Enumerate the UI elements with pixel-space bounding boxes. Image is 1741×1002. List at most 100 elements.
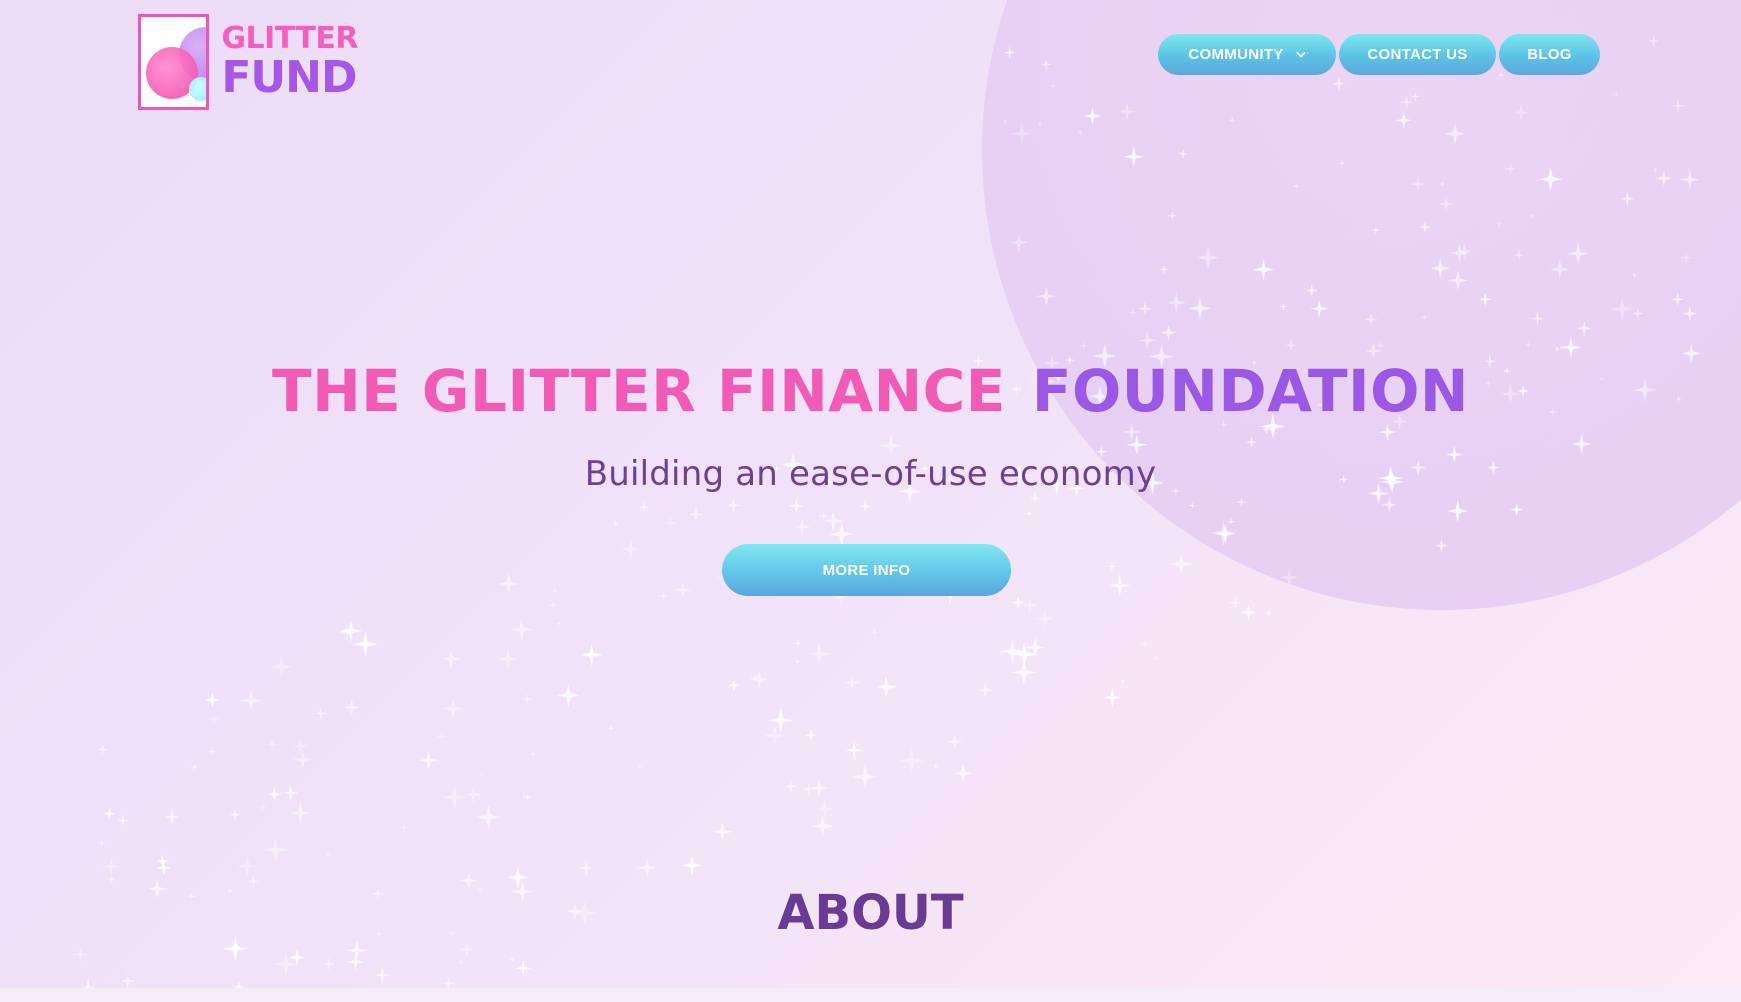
sparkle bbox=[1449, 243, 1470, 264]
sparkle bbox=[265, 738, 279, 751]
sparkle bbox=[1000, 639, 1025, 664]
sparkle bbox=[1538, 166, 1563, 192]
sparkle bbox=[289, 802, 312, 825]
sparkle bbox=[555, 620, 562, 627]
sparkle bbox=[1559, 336, 1582, 359]
sparkle bbox=[164, 809, 180, 825]
sparkle bbox=[107, 874, 117, 884]
sparkle bbox=[1029, 492, 1041, 505]
sparkle bbox=[1159, 323, 1178, 342]
sparkle bbox=[1278, 302, 1288, 312]
sparkle bbox=[441, 649, 461, 669]
sparkle bbox=[510, 618, 533, 641]
sparkle bbox=[1504, 163, 1517, 175]
sparkle bbox=[681, 854, 703, 876]
sparkle bbox=[102, 857, 121, 876]
sparkle bbox=[1364, 312, 1379, 327]
sparkle bbox=[72, 946, 88, 963]
sparkle bbox=[1022, 597, 1038, 614]
sparkle bbox=[580, 643, 603, 667]
hero-title-part2: FOUNDATION bbox=[1031, 357, 1469, 425]
sparkle bbox=[1011, 123, 1033, 145]
sparkle bbox=[638, 501, 650, 513]
sparkle bbox=[1371, 226, 1381, 235]
sparkle bbox=[822, 510, 844, 532]
sparkle bbox=[1576, 320, 1593, 337]
sparkle bbox=[1655, 169, 1673, 187]
sparkle bbox=[1620, 191, 1635, 207]
main-nav: COMMUNITY CONTACT US BLOG bbox=[1158, 34, 1600, 75]
sparkle bbox=[635, 762, 643, 771]
sparkle bbox=[620, 539, 641, 560]
sparkle bbox=[931, 761, 940, 770]
sparkle bbox=[1553, 345, 1561, 353]
sparkle bbox=[1279, 567, 1299, 587]
sparkle bbox=[282, 785, 299, 802]
logo[interactable]: GLITTER FUND bbox=[138, 14, 358, 110]
sparkle bbox=[1670, 292, 1685, 307]
sparkle bbox=[1447, 269, 1469, 291]
sparkle bbox=[725, 497, 742, 514]
sparkle bbox=[764, 724, 786, 747]
sparkle bbox=[899, 747, 925, 773]
sparkle bbox=[475, 804, 502, 831]
sparkle bbox=[611, 519, 620, 528]
sparkle bbox=[1381, 497, 1398, 513]
sparkle bbox=[1228, 596, 1242, 610]
sparkle bbox=[783, 778, 799, 794]
sparkle bbox=[1434, 538, 1449, 553]
sparkle bbox=[1566, 242, 1590, 265]
sparkle bbox=[478, 770, 486, 778]
nav-blog-button[interactable]: BLOG bbox=[1499, 34, 1600, 75]
sparkle bbox=[207, 747, 217, 757]
sparkle bbox=[1524, 341, 1533, 349]
sparkle bbox=[845, 741, 863, 759]
sparkle bbox=[1679, 169, 1701, 191]
chevron-down-icon bbox=[1296, 51, 1305, 57]
sparkle bbox=[578, 860, 594, 876]
sparkle bbox=[239, 689, 263, 712]
sparkle bbox=[1123, 146, 1145, 168]
sparkle bbox=[1456, 243, 1473, 260]
sparkle bbox=[292, 738, 308, 754]
nav-contact-button[interactable]: CONTACT US bbox=[1339, 34, 1496, 75]
sparkle bbox=[117, 814, 129, 826]
sparkle bbox=[1035, 609, 1054, 628]
sparkle bbox=[1438, 196, 1454, 212]
sparkle bbox=[1227, 517, 1235, 526]
sparkle bbox=[1140, 638, 1151, 649]
logo-mark bbox=[138, 14, 210, 110]
sparkle bbox=[236, 855, 258, 877]
sparkle bbox=[374, 966, 391, 984]
sparkle bbox=[1025, 637, 1046, 658]
sparkle bbox=[1338, 159, 1346, 167]
sparkle bbox=[1036, 286, 1057, 307]
sparkle bbox=[274, 952, 298, 976]
sparkle bbox=[749, 669, 769, 689]
nav-community-button[interactable]: COMMUNITY bbox=[1158, 34, 1336, 75]
sparkle bbox=[1680, 251, 1693, 264]
sparkle bbox=[521, 693, 534, 706]
sparkle bbox=[1513, 249, 1525, 261]
sparkle bbox=[398, 821, 411, 834]
sparkle bbox=[548, 600, 558, 610]
sparkle bbox=[556, 683, 581, 708]
sparkle bbox=[1151, 653, 1160, 662]
sparkle bbox=[1478, 292, 1493, 307]
sparkle bbox=[436, 731, 447, 742]
sparkle bbox=[1025, 509, 1033, 518]
sparkle bbox=[852, 764, 878, 790]
sparkle bbox=[322, 957, 336, 971]
sparkle bbox=[204, 691, 221, 709]
sparkle bbox=[156, 860, 172, 876]
sparkle bbox=[324, 850, 332, 858]
sparkle bbox=[258, 802, 267, 811]
sparkle bbox=[1137, 330, 1158, 351]
sparkle bbox=[810, 778, 829, 797]
sparkle bbox=[976, 681, 994, 699]
more-info-button[interactable]: MORE INFO bbox=[722, 544, 1011, 596]
sparkle bbox=[1494, 218, 1505, 229]
sparkle bbox=[1010, 595, 1026, 610]
sparkle bbox=[523, 792, 533, 802]
logo-bubble-cyan bbox=[189, 77, 207, 101]
